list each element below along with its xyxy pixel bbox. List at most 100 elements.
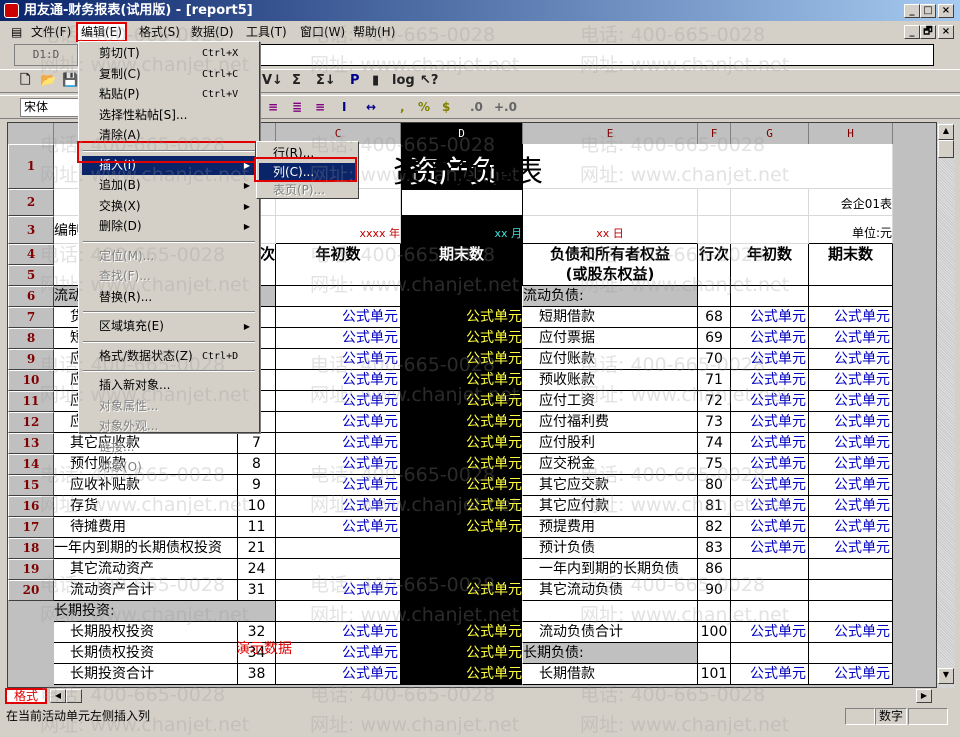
liability-label: 预提费用 [523,517,698,538]
menu-item-shortcut: Ctrl+X [202,48,239,59]
open-icon[interactable]: 📂 [40,72,56,90]
liability-label: 应付工资 [523,391,698,412]
asset-begin: 公式单元 [276,412,401,433]
row-header[interactable]: 14 [8,454,54,475]
column-header-F[interactable]: F [698,123,731,144]
font-select[interactable]: 宋体 [20,98,80,117]
close-button[interactable]: × [938,4,954,18]
scroll-thumb[interactable] [938,140,954,158]
p-icon[interactable]: P [350,72,360,90]
column-header-H[interactable]: H [809,123,893,144]
menu-item[interactable]: 交换(X) ▶ [82,197,256,216]
minimize-button[interactable]: _ [904,4,920,18]
align-left-icon[interactable]: ≡ [268,98,278,116]
fit-width-icon[interactable]: ↔ [366,98,376,116]
menu-item[interactable]: 选择性粘帖[S]... [82,106,256,125]
currency-icon[interactable]: $ [442,98,450,116]
sort-desc-icon[interactable]: V↓ [262,72,283,90]
row-header[interactable]: 15 [8,475,54,496]
hscroll-right-button[interactable]: ▶ [916,689,932,703]
select-all-corner[interactable] [8,123,54,144]
liability-row-no [698,286,731,307]
menu-item[interactable]: 粘贴(P) Ctrl+V [82,85,256,104]
app-icon[interactable] [4,3,19,18]
new-icon[interactable]: 🗋 [20,72,30,90]
column-header-G[interactable]: G [731,123,809,144]
tab-scroll-left[interactable]: ◀ [50,689,66,703]
liability-end: 公式单元 [809,370,893,391]
liability-row-no: 70 [698,349,731,370]
menu-data[interactable]: 数据(D) [188,24,237,40]
align-right-icon[interactable]: ≡ [315,98,325,116]
sheet-tab-format[interactable]: 格式 [5,688,47,704]
row-header[interactable]: 18 [8,538,54,559]
asset-end [401,538,523,559]
row-header[interactable]: 8 [8,328,54,349]
sum-down-icon[interactable]: Σ↓ [316,72,336,90]
decimal-decrease-icon[interactable]: +.0 [494,98,517,116]
tab-scroll-right-blank[interactable] [66,689,82,703]
menu-edit[interactable]: 编辑(E) [76,22,127,42]
row-header[interactable]: 20 [8,580,54,601]
row-header[interactable]: 5 [8,265,54,286]
child-restore-button[interactable]: 🗗 [920,25,936,39]
liability-label: 应付福利费 [523,412,698,433]
menu-item[interactable]: 替换(R)... [82,288,256,307]
asset-row-no: 31 [238,580,276,601]
row-header[interactable]: 10 [8,370,54,391]
liability-end: 公式单元 [809,475,893,496]
vertical-scrollbar[interactable]: ▲ ▼ [937,122,955,688]
menu-item[interactable]: 删除(D) ▶ [82,217,256,236]
liability-row-no: 90 [698,580,731,601]
menu-item[interactable]: 剪切(T) Ctrl+X [82,44,256,63]
asset-begin [276,538,401,559]
menu-tools[interactable]: 工具(T) [243,24,290,40]
row-header[interactable]: 13 [8,433,54,454]
menu-help[interactable]: 帮助(H) [350,24,398,40]
menu-item[interactable]: 追加(B) ▶ [82,176,256,195]
doc-icon[interactable]: ▤ [8,24,25,40]
liability-end: 公式单元 [809,496,893,517]
row-header[interactable]: 17 [8,517,54,538]
align-center-icon[interactable]: ≣ [292,98,302,116]
row-header[interactable]: 6 [8,286,54,307]
demo-data-label: 演示数据 [236,641,292,657]
maximize-button[interactable]: □ [920,4,936,18]
row-header[interactable]: 3 [8,216,54,244]
row-header[interactable]: 16 [8,496,54,517]
brush-icon[interactable]: ▮ [372,72,379,90]
asset-end: 公式单元 [401,580,523,601]
row-header[interactable]: 1 [8,144,54,189]
row-header[interactable]: 11 [8,391,54,412]
comma-icon[interactable]: , [400,98,405,116]
help-pointer-icon[interactable]: ↖? [420,72,438,90]
column-header-E[interactable]: E [523,123,698,144]
child-close-button[interactable]: × [938,25,954,39]
menu-item[interactable]: 格式/数据状态(Z) Ctrl+D [82,347,256,366]
decimal-increase-icon[interactable]: .0 [470,98,483,116]
row-header[interactable]: 2 [8,189,54,216]
menu-item[interactable]: 插入新对象... [82,376,256,395]
menu-format[interactable]: 格式(S) [136,24,183,40]
percent-icon[interactable]: % [418,98,430,116]
menu-item[interactable]: 复制(C) Ctrl+C [82,65,256,84]
child-minimize-button[interactable]: _ [904,25,920,39]
scroll-down-button[interactable]: ▼ [938,668,954,684]
sum-icon[interactable]: Σ [292,72,301,90]
liability-row-no [698,643,731,664]
cell-reference[interactable]: D1:D [14,44,78,66]
save-icon[interactable]: 💾 [62,72,78,90]
fit-height-icon[interactable]: I [342,98,346,116]
log-icon[interactable]: log [392,72,415,90]
menu-window[interactable]: 窗口(W) [297,24,348,40]
column-header-D[interactable]: D [401,123,523,144]
row-header[interactable]: 19 [8,559,54,580]
menu-item[interactable]: 区域填充(E) ▶ [82,317,256,336]
menu-file[interactable]: 文件(F) [28,24,74,40]
menu-item-label: 剪切(T) [99,46,140,60]
scroll-up-button[interactable]: ▲ [938,124,954,140]
row-header[interactable]: 12 [8,412,54,433]
row-header[interactable]: 7 [8,307,54,328]
row-header[interactable]: 4 [8,244,54,265]
row-header[interactable]: 9 [8,349,54,370]
